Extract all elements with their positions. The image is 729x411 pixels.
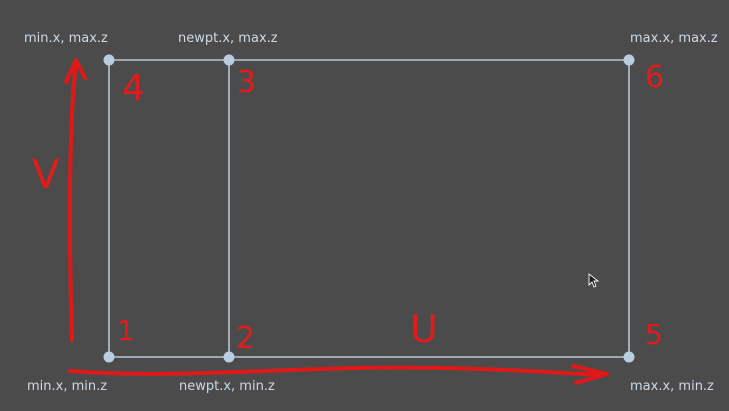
mouse-cursor-icon [588,273,600,288]
label-top-right: max.x, max.z [630,31,718,46]
vertex-bottom-left [103,351,115,363]
vertex-number-5: 5 [645,318,663,351]
vertex-top-mid [223,54,235,66]
diagram-canvas: min.x, max.z newpt.x, max.z max.x, max.z… [0,0,729,411]
v-arrow-icon [67,60,78,342]
vertex-number-1: 1 [117,314,135,347]
diagram-svg: min.x, max.z newpt.x, max.z max.x, max.z… [24,31,718,394]
label-bottom-right: max.x, min.z [630,379,714,394]
vertex-numbers: 1 2 3 4 5 6 [117,60,664,356]
axis-letter-u: U [410,307,438,351]
vertex-bottom-right [623,351,635,363]
vertex-top-right [623,54,635,66]
vertex-number-3: 3 [237,65,256,100]
vertex-bottom-mid [223,351,235,363]
label-bottom-left: min.x, min.z [27,379,107,394]
label-top-mid: newpt.x, max.z [178,31,278,46]
u-arrow-icon [68,365,607,377]
vertex-number-2: 2 [236,321,255,356]
vertex-top-left [103,54,115,66]
annotation-arrows [64,58,609,385]
quad-edges [108,59,630,358]
vertices [103,54,635,363]
axis-letter-v: V [32,152,60,198]
axis-letters: U V [32,152,438,351]
vertex-number-6: 6 [645,60,664,95]
vertex-number-4: 4 [122,68,145,109]
label-bottom-mid: newpt.x, min.z [179,379,275,394]
label-top-left: min.x, max.z [24,31,108,46]
